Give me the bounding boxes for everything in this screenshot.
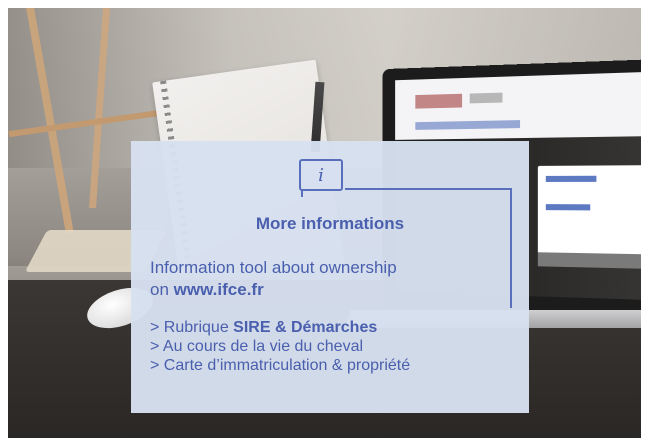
link-item-rubrique[interactable]: > Rubrique SIRE & Démarches [150, 318, 520, 337]
card-accent-line [345, 188, 511, 190]
panel-label [545, 175, 597, 182]
login-panel [537, 165, 641, 269]
info-glyph: i [318, 164, 324, 186]
description-prefix: on [150, 280, 174, 299]
card-links: > Rubrique SIRE & Démarches > Au cours d… [150, 318, 520, 375]
link-item-bold: SIRE & Démarches [233, 319, 378, 336]
site-heading [415, 120, 521, 130]
card-description: Information tool about ownership on www.… [150, 257, 520, 301]
panel-button [537, 252, 641, 269]
info-icon: i [299, 159, 343, 197]
link-item-prefix: > Carte d’immatriculation & propriété [150, 357, 411, 374]
link-item-prefix: > Au cours de la vie du cheval [150, 338, 364, 355]
link-item-carte[interactable]: > Carte d’immatriculation & propriété [150, 356, 520, 375]
site-logo-secondary [469, 92, 503, 104]
description-line-2: on www.ifce.fr [150, 279, 520, 301]
site-logo [415, 93, 463, 109]
panel-label [545, 204, 591, 211]
description-line: Information tool about ownership [150, 258, 397, 277]
link-item-prefix: > Rubrique [150, 319, 234, 336]
link-item-vie-cheval[interactable]: > Au cours de la vie du cheval [150, 337, 520, 356]
ifce-link[interactable]: www.ifce.fr [174, 280, 264, 299]
card-title: More informations [255, 214, 405, 233]
